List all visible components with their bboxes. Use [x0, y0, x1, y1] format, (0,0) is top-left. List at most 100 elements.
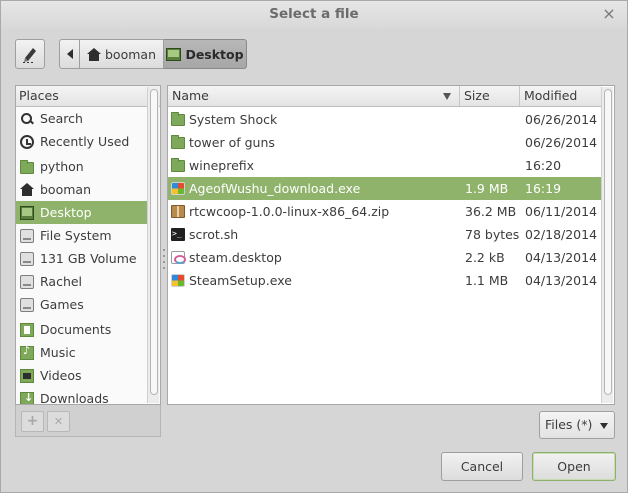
- remove-bookmark-button[interactable]: ✕: [47, 411, 70, 432]
- column-header-name[interactable]: Name: [168, 86, 460, 106]
- file-row[interactable]: steam.desktop 2.2 kB 04/13/2014: [168, 246, 602, 269]
- place-music[interactable]: Music: [16, 341, 147, 364]
- videos-folder-icon: [20, 368, 34, 383]
- type-location-button[interactable]: [15, 39, 45, 69]
- file-row[interactable]: >_ scrot.sh 78 bytes 02/18/2014: [168, 223, 602, 246]
- file-chooser-dialog: Select a file × booman Desktop Places Se…: [0, 0, 628, 493]
- place-label: Rachel: [40, 274, 83, 289]
- place-label: Desktop: [40, 205, 92, 220]
- title-bar[interactable]: Select a file ×: [1, 1, 627, 29]
- filter-selected-value: Files (*): [545, 417, 593, 432]
- place-games[interactable]: Games: [16, 293, 147, 316]
- pane-resize-handle[interactable]: [162, 249, 166, 273]
- home-icon: [20, 182, 34, 197]
- breadcrumb-label: booman: [105, 46, 156, 62]
- recent-icon: [20, 134, 34, 149]
- column-header-modified[interactable]: Modified: [520, 86, 602, 106]
- place-videos[interactable]: Videos: [16, 364, 147, 387]
- place-python[interactable]: python: [16, 155, 147, 178]
- file-row[interactable]: AgeofWushu_download.exe 1.9 MB 16:19: [168, 177, 602, 200]
- file-size: 2.2 kB: [465, 250, 505, 265]
- terminal-icon: >_: [171, 228, 185, 241]
- file-modified: 04/13/2014: [525, 250, 598, 265]
- place-label: booman: [40, 182, 91, 197]
- open-button[interactable]: Open: [532, 452, 616, 481]
- file-modified: 16:19: [525, 181, 562, 196]
- scrollbar-thumb[interactable]: [150, 89, 158, 395]
- place-label: Documents: [40, 322, 112, 337]
- place-file-system[interactable]: File System: [16, 224, 147, 247]
- file-list-scrollbar[interactable]: [601, 87, 613, 403]
- home-icon: [87, 47, 101, 61]
- file-name: steam.desktop: [189, 250, 282, 265]
- add-bookmark-button[interactable]: +: [21, 411, 44, 432]
- breadcrumb-label: Desktop: [185, 46, 244, 62]
- place-label: Downloads: [40, 391, 109, 405]
- path-back-button[interactable]: [59, 39, 80, 69]
- scrollbar-thumb[interactable]: [604, 89, 612, 395]
- folder-icon: [171, 112, 185, 126]
- place-booman[interactable]: booman: [16, 178, 147, 201]
- cancel-button[interactable]: Cancel: [441, 452, 523, 481]
- file-modified: 02/18/2014: [525, 227, 598, 242]
- drive-icon: [20, 251, 34, 266]
- file-name: scrot.sh: [189, 227, 239, 242]
- column-header-size[interactable]: Size: [460, 86, 520, 106]
- file-list: Name Size Modified System Shock 06/26/20…: [167, 85, 615, 405]
- place-downloads[interactable]: Downloads: [16, 387, 147, 405]
- file-row[interactable]: System Shock 06/26/2014: [168, 108, 602, 131]
- drive-icon: [20, 274, 34, 289]
- exe-icon: [171, 274, 185, 287]
- place-label: Music: [40, 345, 76, 360]
- file-name: rtcwcoop-1.0.0-linux-x86_64.zip: [189, 204, 390, 219]
- place-desktop[interactable]: Desktop: [16, 201, 147, 224]
- archive-icon: [171, 205, 185, 218]
- window-title: Select a file: [269, 6, 359, 22]
- place-rachel[interactable]: Rachel: [16, 270, 147, 293]
- file-row[interactable]: rtcwcoop-1.0.0-linux-x86_64.zip 36.2 MB …: [168, 200, 602, 223]
- file-modified: 16:20: [525, 158, 562, 173]
- file-row[interactable]: SteamSetup.exe 1.1 MB 04/13/2014: [168, 269, 602, 292]
- file-type-filter[interactable]: Files (*): [539, 411, 615, 439]
- place-label: Search: [40, 111, 83, 126]
- file-name: AgeofWushu_download.exe: [189, 181, 361, 196]
- pencil-icon: [23, 48, 36, 63]
- column-label: Modified: [524, 88, 578, 103]
- desktop-icon: [166, 47, 182, 61]
- place-recently-used[interactable]: Recently Used: [16, 130, 147, 153]
- place-label: python: [40, 159, 84, 174]
- desktop-file-icon: [171, 251, 186, 264]
- music-folder-icon: [20, 344, 34, 360]
- folder-icon: [171, 135, 185, 149]
- left-arrow-icon: [66, 49, 73, 59]
- place-search[interactable]: Search: [16, 107, 147, 130]
- breadcrumb-booman[interactable]: booman: [80, 39, 164, 69]
- folder-icon: [171, 158, 185, 172]
- file-row[interactable]: tower of guns 06/26/2014: [168, 131, 602, 154]
- place-131gb-volume[interactable]: 131 GB Volume: [16, 247, 147, 270]
- file-name: tower of guns: [189, 135, 275, 150]
- file-size: 36.2 MB: [465, 204, 517, 219]
- file-modified: 06/11/2014: [525, 204, 598, 219]
- places-header: Places: [16, 86, 160, 107]
- drive-icon: [20, 228, 34, 243]
- places-footer: + ✕: [15, 405, 161, 437]
- file-size: 1.1 MB: [465, 273, 509, 288]
- file-name: wineprefix: [189, 158, 255, 173]
- place-label: Videos: [40, 368, 82, 383]
- file-size: 78 bytes: [465, 227, 520, 242]
- file-name: SteamSetup.exe: [189, 273, 292, 288]
- search-icon: [20, 112, 34, 126]
- place-label: Games: [40, 297, 84, 312]
- desktop-icon: [20, 205, 34, 220]
- close-icon[interactable]: ×: [601, 5, 617, 23]
- downloads-folder-icon: [20, 391, 34, 404]
- place-documents[interactable]: Documents: [16, 318, 147, 341]
- breadcrumb-desktop[interactable]: Desktop: [164, 39, 247, 69]
- file-name: System Shock: [189, 112, 278, 127]
- file-list-header: Name Size Modified: [168, 86, 602, 107]
- file-row[interactable]: wineprefix 16:20: [168, 154, 602, 177]
- places-scrollbar[interactable]: [147, 87, 159, 403]
- places-sidebar: Places Search Recently Used python booma…: [15, 85, 161, 405]
- column-label: Name: [172, 88, 209, 103]
